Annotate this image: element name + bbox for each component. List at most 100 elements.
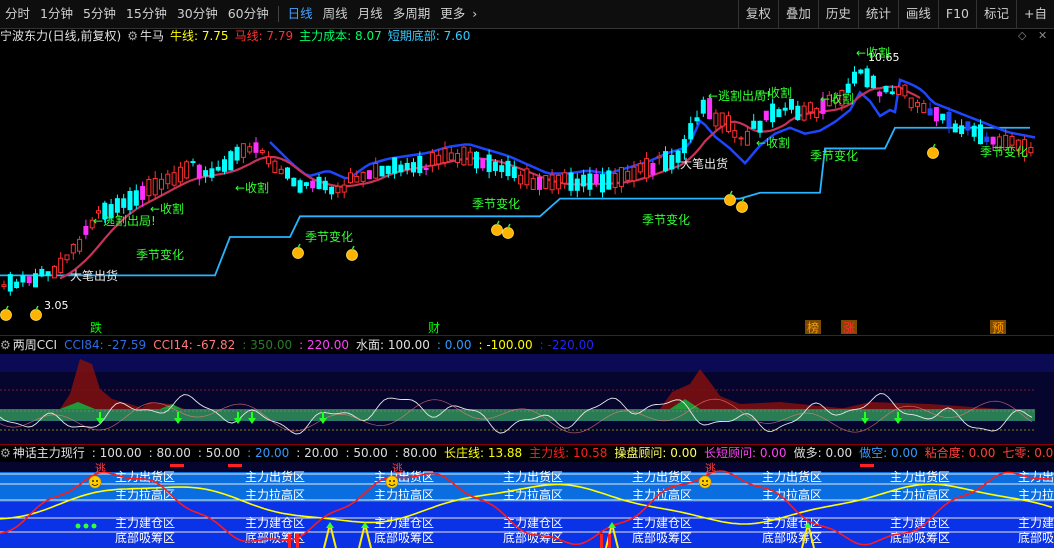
cci-panel-gear-icon[interactable]: ⚙ (0, 338, 11, 352)
cci-chart[interactable] (0, 354, 1054, 444)
candle (940, 113, 946, 124)
price-label-1: 3.05 (44, 299, 69, 312)
period-tab-8[interactable]: 月线 (353, 0, 388, 28)
myth-label-10: 长短顾问: (703, 446, 757, 460)
candle (751, 114, 757, 129)
candle (165, 169, 171, 190)
candle (1, 280, 7, 290)
period-tab-3[interactable]: 15分钟 (121, 0, 172, 28)
period-tab-6[interactable]: 日线 (283, 0, 318, 28)
main-price-chart[interactable]: 10.653.05←收割←收割←收割 ←收割←收割←收割←逃割出局!←逃割出局!季… (0, 45, 1054, 335)
myth-value-13: 0.00 (964, 446, 996, 460)
period-tab-0[interactable]: 分时 (0, 0, 35, 28)
candle (348, 167, 353, 184)
more-chevron-icon[interactable]: › (470, 0, 479, 28)
candle (776, 107, 782, 118)
myth-value-1: 80.00 (152, 446, 191, 460)
candle (240, 143, 246, 164)
toolbar-button-5[interactable]: F10 (937, 0, 976, 28)
candle (719, 112, 725, 134)
myth-panel-name[interactable]: 神话主力现行 (13, 446, 85, 460)
candle (335, 182, 341, 198)
period-tab-5[interactable]: 60分钟 (223, 0, 274, 28)
myth-value-5: 50.00 (349, 446, 388, 460)
myth-item-14: 七零: 0.00 (1002, 446, 1054, 460)
myth-label-14: 七零: (1002, 446, 1031, 460)
period-tab-7[interactable]: 周线 (318, 0, 353, 28)
period-tab-10[interactable]: 更多 (435, 0, 470, 28)
zone-label-out-5: 主力出货区 (762, 469, 822, 484)
main-indicator-item-2: 主力成本: 8.07 (299, 29, 382, 43)
candle (184, 159, 190, 180)
candle (984, 132, 990, 145)
period-tab-1[interactable]: 1分钟 (35, 0, 78, 28)
candle (770, 98, 776, 128)
top-marker-1: 逃 (392, 462, 403, 475)
candle (297, 178, 303, 194)
orange-signal-icon (292, 243, 304, 259)
candle (83, 219, 89, 240)
toolbar-button-7[interactable]: +自 (1016, 0, 1054, 28)
toolbar-button-4[interactable]: 画线 (897, 0, 938, 28)
myth-value-12: 0.00 (887, 446, 918, 460)
annotation-da-bi-chu-huo-14: 大笔出货 (70, 268, 118, 283)
candle (140, 181, 146, 207)
candle (404, 157, 410, 175)
candle (196, 163, 202, 186)
myth-chart[interactable]: 主力出货区主力拉高区主力建仓区底部吸筹区 主力出货区主力拉高区主力建仓区底部吸筹区… (0, 462, 1054, 548)
candle (209, 161, 215, 182)
candle (474, 150, 479, 174)
cci-panel-name[interactable]: 两周CCI (13, 338, 57, 352)
candle (524, 165, 530, 189)
candle (505, 156, 511, 181)
cci-item-7: : -220.00 (540, 338, 594, 352)
period-tab-4[interactable]: 30分钟 (172, 0, 223, 28)
candle (480, 158, 486, 171)
myth-green-dot (83, 523, 89, 529)
candle (1028, 142, 1034, 157)
candle (486, 149, 492, 179)
indicator-gear-icon[interactable]: ⚙ (127, 29, 138, 43)
period-tab-9[interactable]: 多周期 (388, 0, 436, 28)
myth-item-9: 操盘顾问: 0.00 (614, 446, 697, 460)
top-marker-2: 逃 (705, 462, 716, 475)
close-icon[interactable]: ✕ (1038, 29, 1047, 42)
myth-top-red-block (170, 464, 184, 467)
main-indicator-label-1: 马线: (234, 29, 263, 43)
candle (921, 99, 927, 114)
candle (581, 169, 587, 193)
toolbar-button-6[interactable]: 标记 (976, 0, 1016, 28)
candle (398, 160, 404, 177)
cci-values: CCI84: -27.59 CCI14: -67.82: 350.00: 220.… (64, 338, 601, 352)
candle (329, 186, 335, 200)
candle (543, 174, 549, 190)
orange-signal-icon (0, 305, 12, 321)
candle (171, 165, 177, 188)
period-tab-2[interactable]: 5分钟 (78, 0, 121, 28)
candle (448, 146, 454, 162)
zone-label-pull-4: 主力拉高区 (632, 487, 692, 502)
diamond-icon[interactable]: ◇ (1018, 29, 1026, 42)
cci-panel-header: ⚙ 两周CCI CCI84: -27.59 CCI14: -67.82: 350.00… (0, 337, 608, 354)
zone-label-out-4: 主力出货区 (632, 469, 692, 484)
myth-value-14: 0.00 (1034, 446, 1054, 460)
cci-label-1: CCI14: (153, 338, 193, 352)
indicator-name[interactable]: 牛马 (140, 29, 164, 43)
candle (429, 149, 435, 173)
toolbar-button-3[interactable]: 统计 (857, 0, 898, 28)
cci-value-5: 0.00 (440, 338, 472, 352)
candle (870, 74, 876, 89)
candle (45, 271, 51, 282)
myth-value-3: 20.00 (251, 446, 290, 460)
candle (562, 168, 568, 189)
myth-panel-gear-icon[interactable]: ⚙ (0, 446, 11, 460)
candle (877, 90, 883, 103)
candle (574, 173, 580, 198)
toolbar-separator (277, 6, 279, 22)
zone-label-build-0: 主力建仓区 (115, 516, 175, 530)
toolbar-button-0[interactable]: 复权 (737, 0, 778, 28)
toolbar-button-2[interactable]: 历史 (817, 0, 858, 28)
toolbar-button-1[interactable]: 叠加 (777, 0, 818, 28)
candle (637, 160, 643, 175)
candle (789, 98, 794, 114)
